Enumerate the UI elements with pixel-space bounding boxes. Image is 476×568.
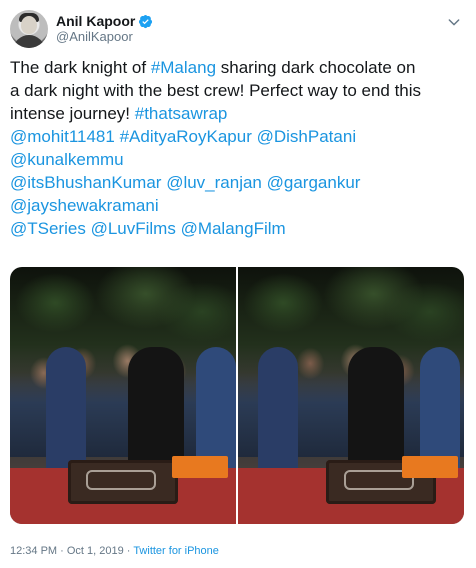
tweet-text-line: @jayshewakramani — [10, 194, 470, 217]
avatar[interactable] — [10, 10, 48, 48]
mention-link[interactable]: @itsBhushanKumar — [10, 173, 161, 192]
tweet-text-segment: a dark night with the best crew! Perfect… — [10, 81, 422, 100]
hashtag-link[interactable]: #thatsawrap — [135, 104, 228, 123]
mention-link[interactable]: @luv_ranjan — [166, 173, 262, 192]
tweet-text-line: @itsBhushanKumar @luv_ranjan @gargankur — [10, 171, 470, 194]
tweet-photo-1[interactable] — [10, 267, 236, 524]
tweet-text-line: The dark knight of #Malang sharing dark … — [10, 56, 470, 79]
tweet-header: Anil Kapoor @AnilKapoor — [10, 8, 153, 50]
tweet-text-line: intense journey! #thatsawrap — [10, 102, 470, 125]
tweet-meta: 12:34 PM · Oct 1, 2019 · Twitter for iPh… — [10, 545, 219, 557]
tweet-text-segment: sharing dark chocolate on — [216, 58, 416, 77]
mention-link[interactable]: @jayshewakramani — [10, 196, 159, 215]
mention-link[interactable]: @LuvFilms — [91, 219, 176, 238]
tweet-text-line: @mohit11481 #AdityaRoyKapur @DishPatani — [10, 125, 470, 148]
media-grid — [10, 267, 464, 524]
mention-link[interactable]: @DishPatani — [257, 127, 356, 146]
tweet-timestamp[interactable]: 12:34 PM · Oct 1, 2019 — [10, 545, 124, 557]
author-handle[interactable]: @AnilKapoor — [56, 29, 153, 45]
tweet-card: Anil Kapoor @AnilKapoor The dark knight … — [0, 0, 476, 568]
tweet-photo-2[interactable] — [238, 267, 464, 524]
hashtag-link[interactable]: #Malang — [151, 58, 216, 77]
author-block: Anil Kapoor @AnilKapoor — [56, 13, 153, 45]
meta-separator: · — [123, 545, 134, 557]
author-display-name[interactable]: Anil Kapoor — [56, 13, 135, 29]
mention-link[interactable]: @TSeries — [10, 219, 86, 238]
verified-badge-icon — [139, 14, 153, 28]
tweet-source-link[interactable]: Twitter for iPhone — [133, 545, 219, 557]
mention-link[interactable]: @kunalkemmu — [10, 150, 124, 169]
hashtag-link[interactable]: #AdityaRoyKapur — [120, 127, 252, 146]
mention-link[interactable]: @mohit11481 — [10, 127, 115, 146]
tweet-text-line: @TSeries @LuvFilms @MalangFilm — [10, 217, 470, 240]
mention-link[interactable]: @gargankur — [267, 173, 361, 192]
tweet-text-segment: The dark knight of — [10, 58, 151, 77]
chevron-down-icon[interactable] — [446, 14, 462, 30]
tweet-text-line: a dark night with the best crew! Perfect… — [10, 79, 470, 102]
tweet-text-line: @kunalkemmu — [10, 148, 470, 171]
tweet-text-segment: intense journey! — [10, 104, 135, 123]
tweet-text: The dark knight of #Malang sharing dark … — [10, 56, 470, 240]
mention-link[interactable]: @MalangFilm — [181, 219, 286, 238]
